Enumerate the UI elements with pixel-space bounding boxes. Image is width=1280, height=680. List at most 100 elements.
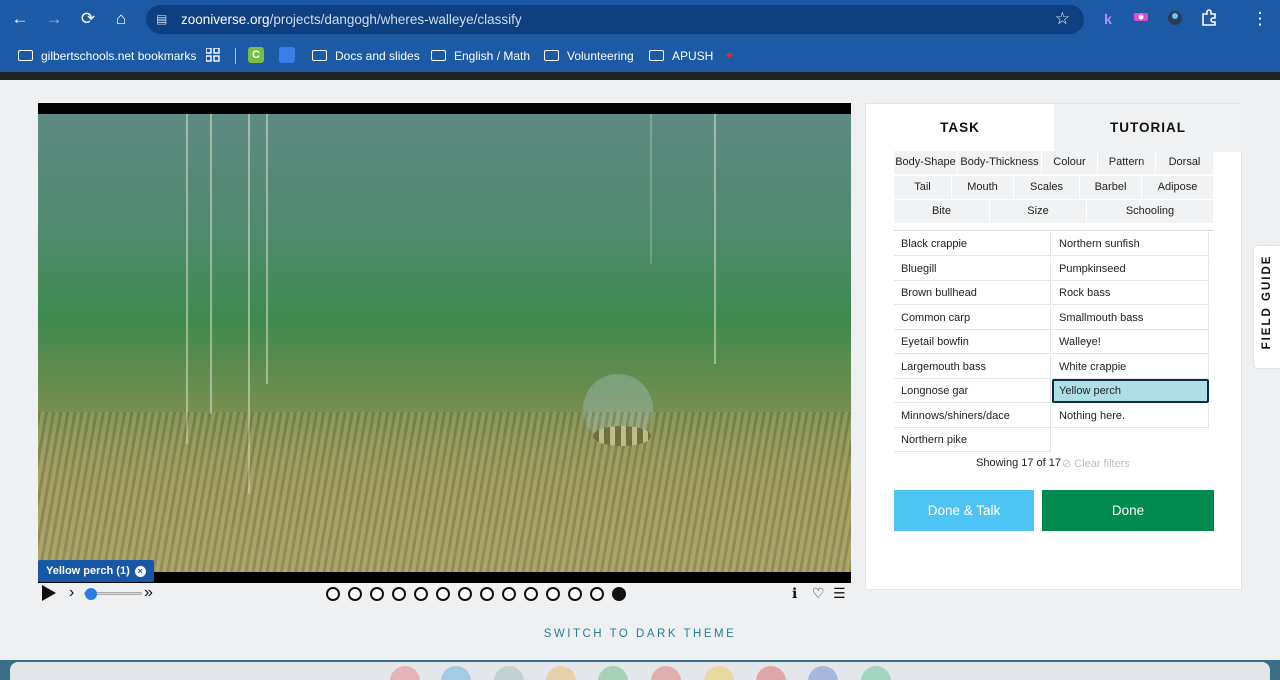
home-button[interactable]: ⌂ (110, 8, 132, 30)
clear-filters-button[interactable]: ⊘ Clear filters (1062, 457, 1130, 470)
bookmark-striped-icon[interactable] (279, 47, 295, 63)
filter-bite[interactable]: Bite (894, 200, 990, 223)
back-button[interactable]: ← (9, 8, 31, 30)
choice-largemouth-bass[interactable]: Largemouth bass (894, 354, 1051, 379)
tab-task[interactable]: TASK (866, 104, 1054, 152)
folder-icon (544, 50, 559, 61)
apps-grid-icon[interactable] (205, 47, 220, 65)
choice-yellow-perch[interactable]: Yellow perch (1052, 379, 1209, 403)
url-domain: zooniverse.org (181, 12, 270, 27)
bookmark-folder-volunteering[interactable]: Volunteering (544, 47, 634, 65)
video-controls: › » ℹ ♡ ☰ (38, 583, 851, 605)
reload-button[interactable]: ⟳ (77, 8, 99, 30)
divider (894, 230, 1214, 231)
switch-dark-theme-link[interactable]: SWITCH TO DARK THEME (0, 628, 1280, 640)
forward-button[interactable]: → (43, 8, 65, 30)
frame-dot[interactable] (436, 587, 450, 601)
choice-brown-bullhead[interactable]: Brown bullhead (894, 281, 1051, 305)
choice-smallmouth-bass[interactable]: Smallmouth bass (1052, 305, 1209, 330)
reload-icon: ⟳ (80, 9, 96, 28)
frame-dot[interactable] (546, 587, 560, 601)
frame-dot[interactable] (458, 587, 472, 601)
site-info-icon[interactable]: ▤ (156, 12, 170, 26)
speed-slider[interactable] (84, 588, 142, 600)
faster-icon[interactable]: » (144, 583, 153, 603)
extension-profile-icon[interactable] (1165, 9, 1185, 29)
filter-mouth[interactable]: Mouth (952, 176, 1014, 199)
reed (266, 114, 268, 384)
choice-black-crappie[interactable]: Black crappie (894, 232, 1051, 256)
choice-northern-pike[interactable]: Northern pike (894, 428, 1051, 452)
bookmark-flag-icon[interactable]: ✦ (724, 47, 735, 65)
remove-tag-icon[interactable]: × (134, 566, 146, 577)
favorite-heart-icon[interactable]: ♡ (812, 584, 825, 602)
filter-pattern[interactable]: Pattern (1098, 151, 1156, 174)
done-and-talk-button[interactable]: Done & Talk (894, 490, 1034, 531)
play-icon[interactable] (42, 585, 56, 601)
browser-toolbar: ← → ⟳ ⌂ ▤ zooniverse.org/projects/dangog… (0, 0, 1280, 38)
choice-pumpkinseed[interactable]: Pumpkinseed (1052, 256, 1209, 281)
frame-dot[interactable] (568, 587, 582, 601)
address-bar[interactable]: ▤ zooniverse.org/projects/dangogh/wheres… (146, 5, 1084, 34)
back-arrow-icon: ← (11, 9, 29, 28)
slower-icon[interactable]: › (69, 583, 74, 603)
annotation-tag[interactable]: Yellow perch (1) × (38, 560, 154, 582)
filter-barbel[interactable]: Barbel (1080, 176, 1142, 199)
tab-tutorial[interactable]: TUTORIAL (1054, 104, 1242, 152)
filter-adipose[interactable]: Adipose (1142, 176, 1214, 199)
filter-schooling[interactable]: Schooling (1087, 200, 1214, 223)
choice-white-crappie[interactable]: White crappie (1052, 354, 1209, 379)
frame-dot[interactable] (502, 587, 516, 601)
choice-longnose-gar[interactable]: Longnose gar (894, 379, 1051, 403)
choice-nothing-here[interactable]: Nothing here. (1052, 403, 1209, 428)
frame-dot[interactable] (392, 587, 406, 601)
speed-slider-knob[interactable] (84, 588, 97, 600)
field-guide-tab[interactable]: FIELD GUIDE (1254, 246, 1280, 368)
extension-k-icon[interactable]: k (1098, 9, 1118, 29)
folder-icon (312, 50, 327, 61)
field-guide-label: FIELD GUIDE (1261, 254, 1273, 350)
underwater-video-frame[interactable] (38, 114, 851, 572)
choice-walleye[interactable]: Walleye! (1052, 330, 1209, 354)
filter-scales[interactable]: Scales (1014, 176, 1080, 199)
filter-body-thickness[interactable]: Body-Thickness (958, 151, 1042, 174)
filter-size[interactable]: Size (990, 200, 1087, 223)
bookmark-folder-docs[interactable]: Docs and slides (312, 47, 420, 65)
choice-minnows-shiners-dace[interactable]: Minnows/shiners/dace (894, 403, 1051, 428)
extension-screencast-icon[interactable] (1131, 9, 1151, 29)
subject-viewer (38, 103, 851, 583)
info-icon[interactable]: ℹ (792, 584, 797, 602)
choice-common-carp[interactable]: Common carp (894, 305, 1051, 330)
frame-dot[interactable] (414, 587, 428, 601)
filter-colour[interactable]: Colour (1042, 151, 1098, 174)
choice-eyetail-bowfin[interactable]: Eyetail bowfin (894, 330, 1051, 354)
frame-dot[interactable] (590, 587, 604, 601)
bookmarks-bar: gilbertschools.net bookmarks C Docs and … (0, 38, 1280, 72)
frame-dot[interactable] (524, 587, 538, 601)
frame-dot[interactable] (348, 587, 362, 601)
managed-bookmarks[interactable]: gilbertschools.net bookmarks (18, 47, 196, 65)
browser-menu-icon[interactable]: ⋮ (1250, 9, 1270, 29)
filter-dorsal[interactable]: Dorsal (1156, 151, 1214, 174)
choice-rock-bass[interactable]: Rock bass (1052, 281, 1209, 305)
collections-list-icon[interactable]: ☰ (833, 584, 846, 602)
bookmark-folder-english-math[interactable]: English / Math (431, 47, 530, 65)
frame-dot[interactable] (480, 587, 494, 601)
url-text[interactable]: zooniverse.org/projects/dangogh/wheres-w… (181, 12, 522, 27)
done-button[interactable]: Done (1042, 490, 1214, 531)
frame-dot[interactable] (326, 587, 340, 601)
choice-northern-sunfish[interactable]: Northern sunfish (1052, 232, 1209, 256)
bookmark-c-icon[interactable]: C (248, 47, 264, 63)
showing-count: Showing 17 of 17 (976, 457, 1062, 469)
bookmark-star-icon[interactable]: ☆ (1055, 9, 1070, 29)
reed (714, 114, 716, 364)
choice-bluegill[interactable]: Bluegill (894, 256, 1051, 281)
reed (186, 114, 188, 444)
frame-dot[interactable] (612, 587, 626, 601)
filter-tail[interactable]: Tail (894, 176, 952, 199)
managed-folder-icon (18, 50, 33, 61)
frame-dot[interactable] (370, 587, 384, 601)
filter-body-shape[interactable]: Body-Shape (894, 151, 958, 174)
extensions-puzzle-icon[interactable] (1199, 9, 1219, 29)
bookmark-folder-apush[interactable]: APUSH (649, 47, 713, 65)
